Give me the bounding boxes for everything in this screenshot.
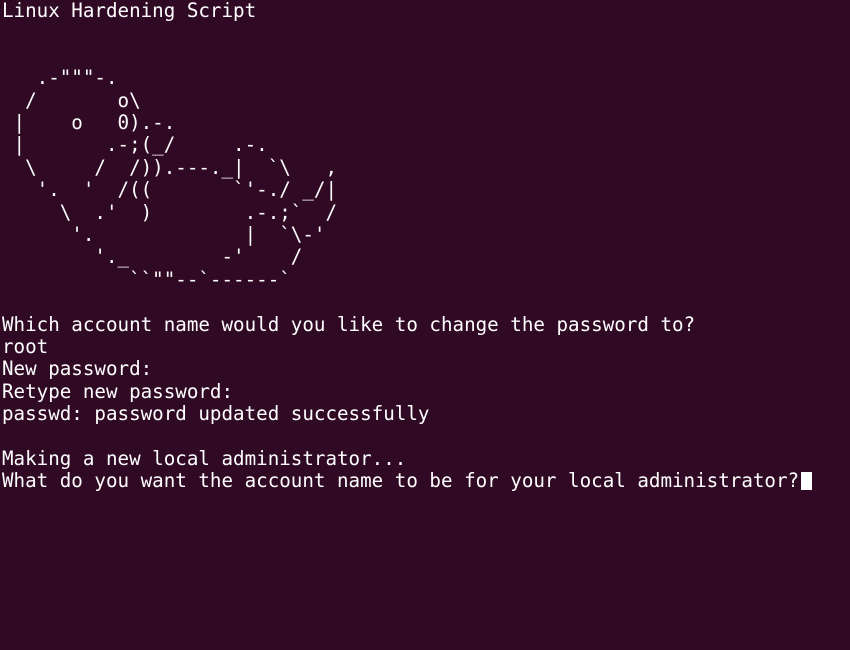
text-cursor[interactable] — [801, 472, 813, 491]
ascii-art-line: '._ -' / — [2, 245, 303, 269]
admin-name-prompt: What do you want the account name to be … — [2, 469, 800, 493]
password-account-prompt: Which account name would you like to cha… — [2, 312, 696, 336]
ascii-art-mascot: .-"""-. / o\ | o 0).-. | .-;(_/ .-. \ / … — [0, 66, 850, 404]
new-password-prompt: New password: — [2, 357, 153, 381]
ascii-art-line: / o\ — [2, 88, 141, 112]
retype-password-prompt: Retype new password: — [2, 379, 234, 403]
ascii-art-line: \ / /)).---._| `\ , — [2, 155, 338, 179]
admin-name-prompt-line[interactable]: What do you want the account name to be … — [2, 469, 813, 493]
ascii-art-line: '. ' /(( `'-./ _/| — [2, 178, 338, 202]
ascii-art-line: ``""--`------` — [2, 267, 291, 291]
terminal-window[interactable]: Linux Hardening Script .-"""-. / o\ | o … — [0, 0, 850, 492]
password-updated-message: passwd: password updated successfully — [2, 402, 430, 426]
admin-creation-message: Making a new local administrator... — [2, 447, 407, 470]
ascii-art-line: | .-;(_/ .-. — [2, 133, 268, 157]
ascii-art-line: | o 0).-. — [2, 111, 176, 134]
ascii-art-line: .-"""-. — [2, 66, 118, 90]
account-name-input-echo: root — [2, 335, 49, 358]
ascii-art-line: '. | `\-' — [2, 223, 326, 246]
script-title: Linux Hardening Script — [2, 0, 257, 22]
ascii-art-line: \ .' ) .-.;` / — [2, 200, 338, 224]
